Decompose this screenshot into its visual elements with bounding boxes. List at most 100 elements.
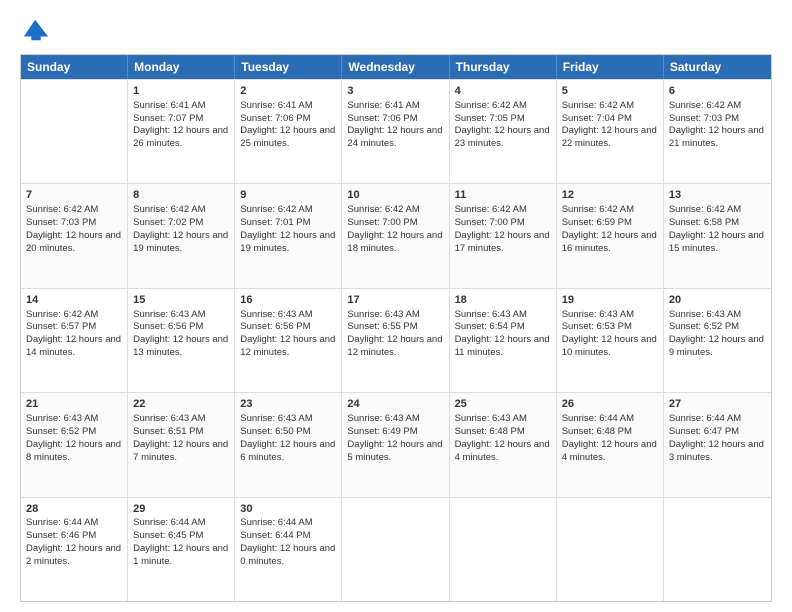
calendar-day-30: 30Sunrise: 6:44 AM Sunset: 6:44 PM Dayli… [235, 498, 342, 601]
calendar-day-4: 4Sunrise: 6:42 AM Sunset: 7:05 PM Daylig… [450, 80, 557, 183]
day-number: 3 [347, 84, 443, 99]
day-number: 1 [133, 84, 229, 99]
calendar-body: 1Sunrise: 6:41 AM Sunset: 7:07 PM Daylig… [21, 79, 771, 601]
day-info: Sunrise: 6:44 AM Sunset: 6:48 PM Dayligh… [562, 413, 657, 462]
calendar-day-9: 9Sunrise: 6:42 AM Sunset: 7:01 PM Daylig… [235, 184, 342, 287]
day-info: Sunrise: 6:43 AM Sunset: 6:55 PM Dayligh… [347, 309, 442, 358]
day-info: Sunrise: 6:43 AM Sunset: 6:52 PM Dayligh… [669, 309, 764, 358]
calendar-day-8: 8Sunrise: 6:42 AM Sunset: 7:02 PM Daylig… [128, 184, 235, 287]
calendar-week-3: 14Sunrise: 6:42 AM Sunset: 6:57 PM Dayli… [21, 288, 771, 392]
day-info: Sunrise: 6:43 AM Sunset: 6:51 PM Dayligh… [133, 413, 228, 462]
calendar-day-3: 3Sunrise: 6:41 AM Sunset: 7:06 PM Daylig… [342, 80, 449, 183]
day-info: Sunrise: 6:44 AM Sunset: 6:45 PM Dayligh… [133, 517, 228, 566]
calendar-day-29: 29Sunrise: 6:44 AM Sunset: 6:45 PM Dayli… [128, 498, 235, 601]
calendar-header: SundayMondayTuesdayWednesdayThursdayFrid… [21, 55, 771, 79]
calendar-day-7: 7Sunrise: 6:42 AM Sunset: 7:03 PM Daylig… [21, 184, 128, 287]
day-info: Sunrise: 6:42 AM Sunset: 7:03 PM Dayligh… [669, 100, 764, 149]
day-info: Sunrise: 6:43 AM Sunset: 6:48 PM Dayligh… [455, 413, 550, 462]
day-info: Sunrise: 6:43 AM Sunset: 6:56 PM Dayligh… [240, 309, 335, 358]
day-number: 17 [347, 293, 443, 308]
calendar-day-13: 13Sunrise: 6:42 AM Sunset: 6:58 PM Dayli… [664, 184, 771, 287]
day-number: 7 [26, 188, 122, 203]
calendar-day-empty [450, 498, 557, 601]
calendar-day-empty [664, 498, 771, 601]
header-day-saturday: Saturday [664, 55, 771, 79]
calendar-day-1: 1Sunrise: 6:41 AM Sunset: 7:07 PM Daylig… [128, 80, 235, 183]
calendar-day-14: 14Sunrise: 6:42 AM Sunset: 6:57 PM Dayli… [21, 289, 128, 392]
header-day-wednesday: Wednesday [342, 55, 449, 79]
calendar-day-24: 24Sunrise: 6:43 AM Sunset: 6:49 PM Dayli… [342, 393, 449, 496]
day-info: Sunrise: 6:43 AM Sunset: 6:54 PM Dayligh… [455, 309, 550, 358]
calendar-day-23: 23Sunrise: 6:43 AM Sunset: 6:50 PM Dayli… [235, 393, 342, 496]
day-info: Sunrise: 6:42 AM Sunset: 6:58 PM Dayligh… [669, 204, 764, 253]
calendar-day-22: 22Sunrise: 6:43 AM Sunset: 6:51 PM Dayli… [128, 393, 235, 496]
day-info: Sunrise: 6:42 AM Sunset: 7:05 PM Dayligh… [455, 100, 550, 149]
day-number: 14 [26, 293, 122, 308]
header-day-monday: Monday [128, 55, 235, 79]
day-info: Sunrise: 6:43 AM Sunset: 6:53 PM Dayligh… [562, 309, 657, 358]
calendar-day-10: 10Sunrise: 6:42 AM Sunset: 7:00 PM Dayli… [342, 184, 449, 287]
logo [20, 16, 50, 44]
day-number: 22 [133, 397, 229, 412]
day-number: 16 [240, 293, 336, 308]
calendar-day-26: 26Sunrise: 6:44 AM Sunset: 6:48 PM Dayli… [557, 393, 664, 496]
day-number: 10 [347, 188, 443, 203]
header [20, 16, 772, 44]
day-info: Sunrise: 6:44 AM Sunset: 6:44 PM Dayligh… [240, 517, 335, 566]
calendar-day-18: 18Sunrise: 6:43 AM Sunset: 6:54 PM Dayli… [450, 289, 557, 392]
calendar-day-12: 12Sunrise: 6:42 AM Sunset: 6:59 PM Dayli… [557, 184, 664, 287]
calendar: SundayMondayTuesdayWednesdayThursdayFrid… [20, 54, 772, 602]
day-number: 8 [133, 188, 229, 203]
day-number: 20 [669, 293, 766, 308]
calendar-week-4: 21Sunrise: 6:43 AM Sunset: 6:52 PM Dayli… [21, 392, 771, 496]
day-info: Sunrise: 6:42 AM Sunset: 7:03 PM Dayligh… [26, 204, 121, 253]
day-info: Sunrise: 6:41 AM Sunset: 7:06 PM Dayligh… [240, 100, 335, 149]
calendar-day-19: 19Sunrise: 6:43 AM Sunset: 6:53 PM Dayli… [557, 289, 664, 392]
calendar-day-21: 21Sunrise: 6:43 AM Sunset: 6:52 PM Dayli… [21, 393, 128, 496]
day-number: 29 [133, 502, 229, 517]
calendar-day-27: 27Sunrise: 6:44 AM Sunset: 6:47 PM Dayli… [664, 393, 771, 496]
calendar-week-5: 28Sunrise: 6:44 AM Sunset: 6:46 PM Dayli… [21, 497, 771, 601]
day-number: 12 [562, 188, 658, 203]
day-info: Sunrise: 6:44 AM Sunset: 6:47 PM Dayligh… [669, 413, 764, 462]
header-day-friday: Friday [557, 55, 664, 79]
day-number: 21 [26, 397, 122, 412]
header-day-thursday: Thursday [450, 55, 557, 79]
day-number: 9 [240, 188, 336, 203]
day-number: 18 [455, 293, 551, 308]
calendar-day-5: 5Sunrise: 6:42 AM Sunset: 7:04 PM Daylig… [557, 80, 664, 183]
day-info: Sunrise: 6:44 AM Sunset: 6:46 PM Dayligh… [26, 517, 121, 566]
calendar-day-28: 28Sunrise: 6:44 AM Sunset: 6:46 PM Dayli… [21, 498, 128, 601]
logo-icon [22, 16, 50, 44]
calendar-day-6: 6Sunrise: 6:42 AM Sunset: 7:03 PM Daylig… [664, 80, 771, 183]
day-info: Sunrise: 6:42 AM Sunset: 7:02 PM Dayligh… [133, 204, 228, 253]
day-number: 2 [240, 84, 336, 99]
calendar-day-11: 11Sunrise: 6:42 AM Sunset: 7:00 PM Dayli… [450, 184, 557, 287]
day-number: 13 [669, 188, 766, 203]
calendar-day-17: 17Sunrise: 6:43 AM Sunset: 6:55 PM Dayli… [342, 289, 449, 392]
calendar-week-2: 7Sunrise: 6:42 AM Sunset: 7:03 PM Daylig… [21, 183, 771, 287]
day-info: Sunrise: 6:42 AM Sunset: 7:00 PM Dayligh… [455, 204, 550, 253]
calendar-day-16: 16Sunrise: 6:43 AM Sunset: 6:56 PM Dayli… [235, 289, 342, 392]
day-info: Sunrise: 6:43 AM Sunset: 6:52 PM Dayligh… [26, 413, 121, 462]
day-number: 24 [347, 397, 443, 412]
calendar-day-20: 20Sunrise: 6:43 AM Sunset: 6:52 PM Dayli… [664, 289, 771, 392]
calendar-day-empty [557, 498, 664, 601]
calendar-week-1: 1Sunrise: 6:41 AM Sunset: 7:07 PM Daylig… [21, 79, 771, 183]
day-info: Sunrise: 6:42 AM Sunset: 7:01 PM Dayligh… [240, 204, 335, 253]
day-number: 4 [455, 84, 551, 99]
header-day-tuesday: Tuesday [235, 55, 342, 79]
calendar-day-empty [342, 498, 449, 601]
page: SundayMondayTuesdayWednesdayThursdayFrid… [0, 0, 792, 612]
day-info: Sunrise: 6:42 AM Sunset: 6:59 PM Dayligh… [562, 204, 657, 253]
calendar-day-2: 2Sunrise: 6:41 AM Sunset: 7:06 PM Daylig… [235, 80, 342, 183]
day-number: 30 [240, 502, 336, 517]
day-number: 28 [26, 502, 122, 517]
day-number: 6 [669, 84, 766, 99]
day-info: Sunrise: 6:42 AM Sunset: 6:57 PM Dayligh… [26, 309, 121, 358]
day-number: 19 [562, 293, 658, 308]
day-info: Sunrise: 6:42 AM Sunset: 7:04 PM Dayligh… [562, 100, 657, 149]
header-day-sunday: Sunday [21, 55, 128, 79]
day-number: 27 [669, 397, 766, 412]
day-info: Sunrise: 6:41 AM Sunset: 7:06 PM Dayligh… [347, 100, 442, 149]
